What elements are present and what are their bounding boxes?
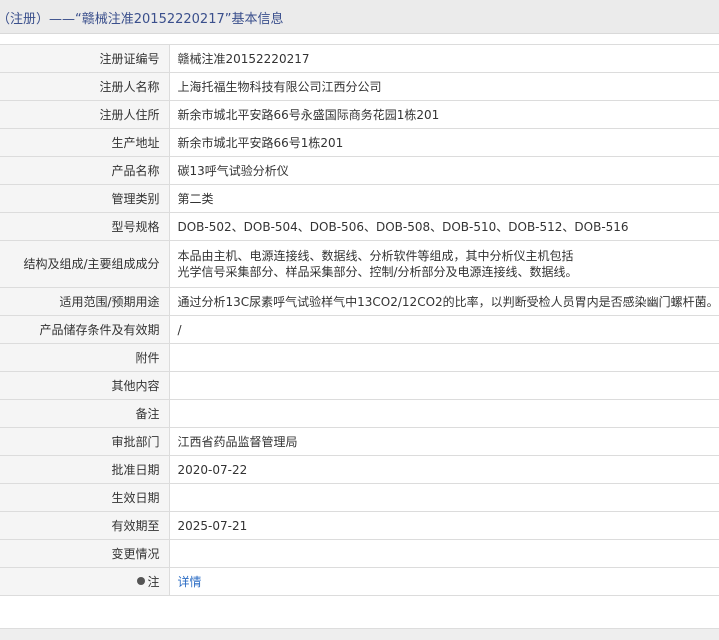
row-value: 江西省药品监督管理局: [169, 428, 719, 456]
row-label: 生产地址: [0, 129, 169, 157]
row-label: 附件: [0, 344, 169, 372]
row-value: 新余市城北平安路66号永盛国际商务花园1栋201: [169, 101, 719, 129]
table-row: 注册证编号 赣械注准20152220217: [0, 45, 719, 73]
row-label: 产品储存条件及有效期: [0, 316, 169, 344]
row-value: [169, 372, 719, 400]
table-row: 生效日期: [0, 484, 719, 512]
table-row: 备注: [0, 400, 719, 428]
row-value: 通过分析13C尿素呼气试验样气中13CO2/12CO2的比率，以判断受检人员胃内…: [169, 288, 719, 316]
title-reg-number: 赣械注准20152220217: [82, 12, 225, 27]
row-value: 上海托福生物科技有限公司江西分公司: [169, 73, 719, 101]
table-row: 注 详情: [0, 568, 719, 596]
table-row: 批准日期 2020-07-22: [0, 456, 719, 484]
row-label: 管理类别: [0, 185, 169, 213]
row-value-line: 本品由主机、电源连接线、数据线、分析软件等组成，其中分析仪主机包括: [178, 248, 719, 264]
table-row: 适用范围/预期用途 通过分析13C尿素呼气试验样气中13CO2/12CO2的比率…: [0, 288, 719, 316]
table-row: 其他内容: [0, 372, 719, 400]
row-value: 详情: [169, 568, 719, 596]
title-bar: （注册）——“赣械注准20152220217”基本信息: [0, 0, 719, 34]
pin-icon: [137, 577, 145, 585]
table-row: 管理类别 第二类: [0, 185, 719, 213]
row-value: 2025-07-21: [169, 512, 719, 540]
info-table: 注册证编号 赣械注准20152220217 注册人名称 上海托福生物科技有限公司…: [0, 44, 719, 596]
row-label: 审批部门: [0, 428, 169, 456]
details-link[interactable]: 详情: [178, 575, 202, 589]
table-row: 结构及组成/主要组成成分 本品由主机、电源连接线、数据线、分析软件等组成，其中分…: [0, 241, 719, 288]
row-value: 第二类: [169, 185, 719, 213]
row-value: [169, 484, 719, 512]
row-label: 注册证编号: [0, 45, 169, 73]
table-row: 型号规格 DOB-502、DOB-504、DOB-506、DOB-508、DOB…: [0, 213, 719, 241]
row-label: 批准日期: [0, 456, 169, 484]
row-value: 本品由主机、电源连接线、数据线、分析软件等组成，其中分析仪主机包括光学信号采集部…: [169, 241, 719, 288]
row-value: 碳13呼气试验分析仪: [169, 157, 719, 185]
row-value: [169, 400, 719, 428]
row-label: 注册人名称: [0, 73, 169, 101]
row-label: 注册人住所: [0, 101, 169, 129]
row-label: 其他内容: [0, 372, 169, 400]
row-value: 2020-07-22: [169, 456, 719, 484]
table-row: 变更情况: [0, 540, 719, 568]
table-row: 注册人住所 新余市城北平安路66号永盛国际商务花园1栋201: [0, 101, 719, 129]
row-label: 生效日期: [0, 484, 169, 512]
table-row: 注册人名称 上海托福生物科技有限公司江西分公司: [0, 73, 719, 101]
row-label: 结构及组成/主要组成成分: [0, 241, 169, 288]
note-label: 注: [147, 575, 159, 589]
page-title: （注册）——“赣械注准20152220217”基本信息: [0, 8, 283, 27]
row-value-line: 光学信号采集部分、样品采集部分、控制/分析部分及电源连接线、数据线。: [178, 264, 719, 280]
table-row: 审批部门 江西省药品监督管理局: [0, 428, 719, 456]
table-row: 产品储存条件及有效期 /: [0, 316, 719, 344]
row-label-note: 注: [0, 568, 169, 596]
row-label: 变更情况: [0, 540, 169, 568]
table-row: 产品名称 碳13呼气试验分析仪: [0, 157, 719, 185]
row-label: 适用范围/预期用途: [0, 288, 169, 316]
row-label: 型号规格: [0, 213, 169, 241]
table-row: 附件: [0, 344, 719, 372]
bottom-bar: [0, 628, 719, 640]
row-label: 备注: [0, 400, 169, 428]
row-value: [169, 344, 719, 372]
row-label: 有效期至: [0, 512, 169, 540]
row-value: DOB-502、DOB-504、DOB-506、DOB-508、DOB-510、…: [169, 213, 719, 241]
row-value: 新余市城北平安路66号1栋201: [169, 129, 719, 157]
title-suffix: ”基本信息: [225, 12, 284, 27]
table-row: 生产地址 新余市城北平安路66号1栋201: [0, 129, 719, 157]
table-row: 有效期至 2025-07-21: [0, 512, 719, 540]
row-label: 产品名称: [0, 157, 169, 185]
title-prefix: （注册）——“: [0, 12, 82, 27]
row-value: /: [169, 316, 719, 344]
row-value: 赣械注准20152220217: [169, 45, 719, 73]
row-value: [169, 540, 719, 568]
info-table-wrapper: 注册证编号 赣械注准20152220217 注册人名称 上海托福生物科技有限公司…: [0, 44, 719, 596]
